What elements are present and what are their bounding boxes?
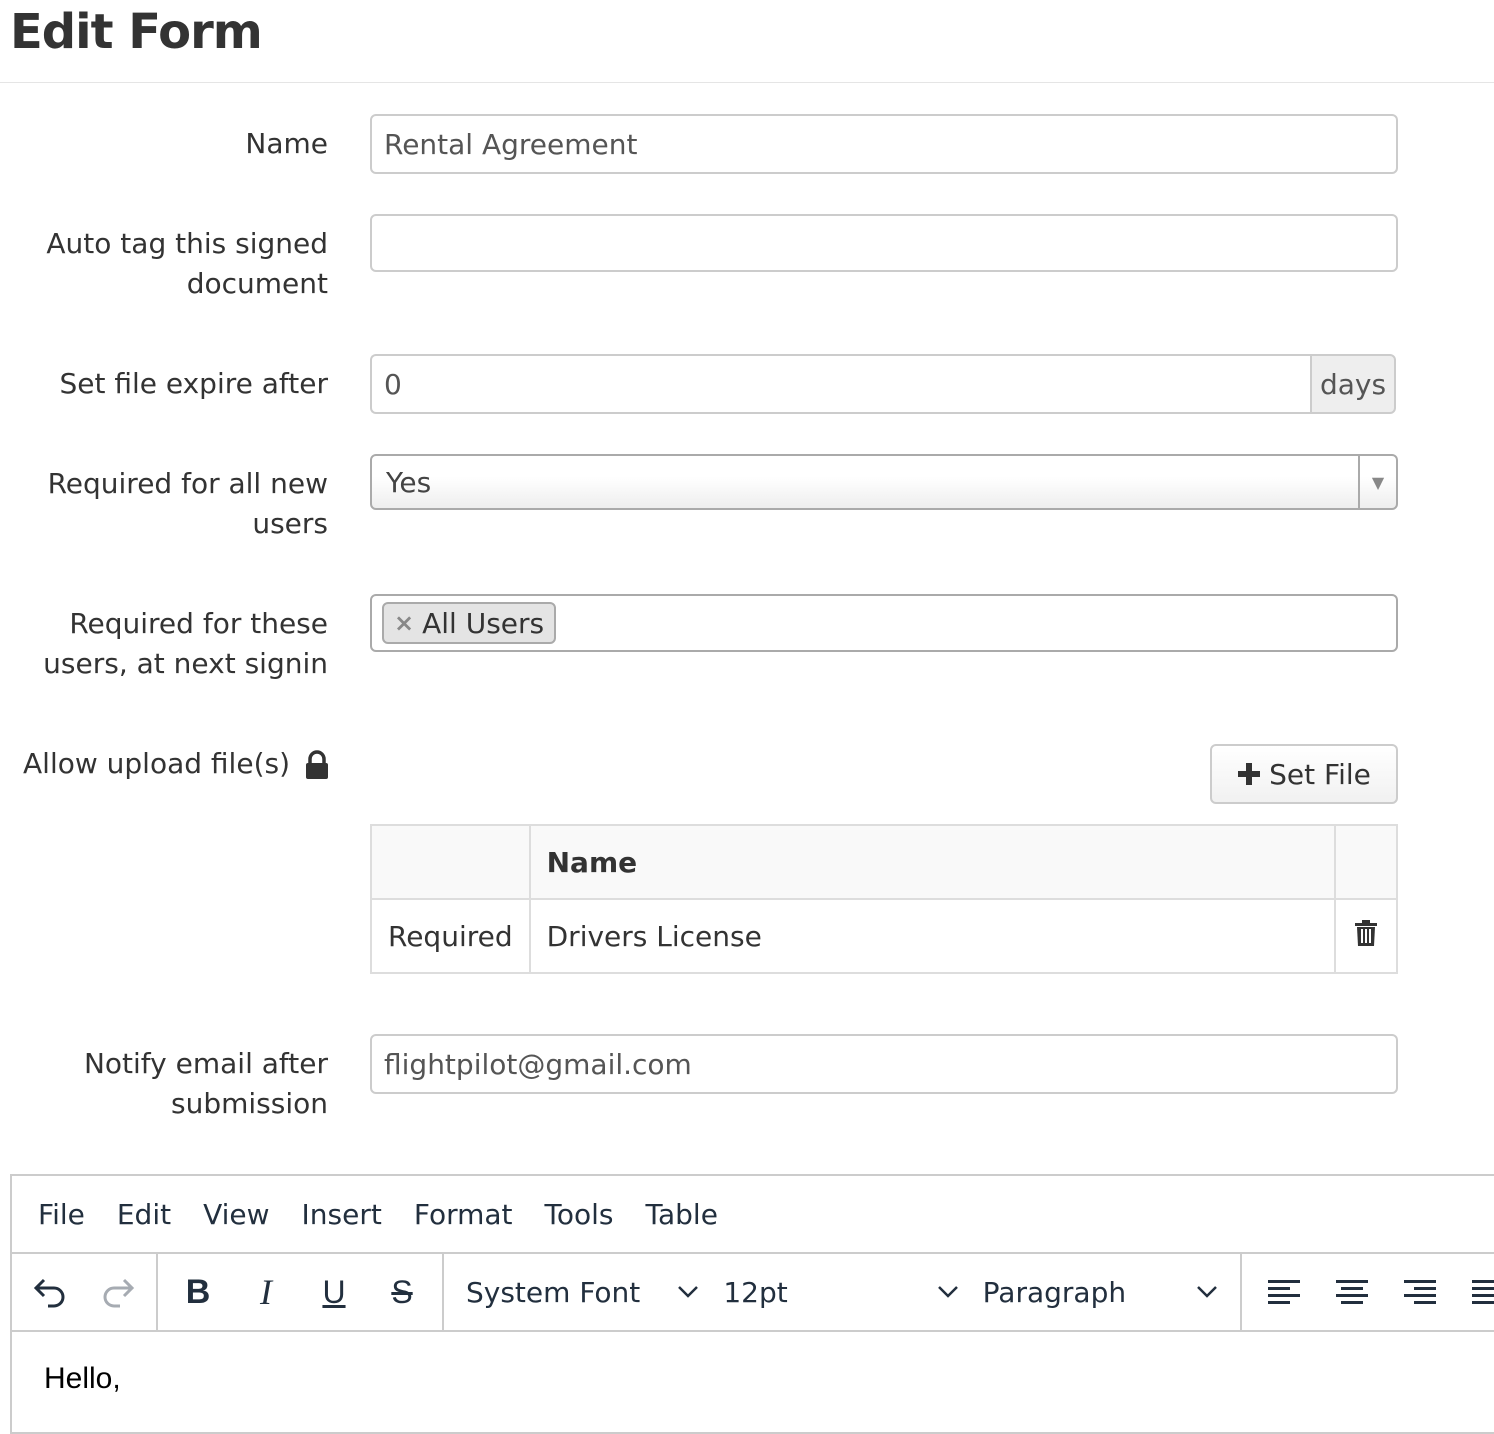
align-left-icon[interactable] [1250,1262,1318,1322]
remove-tag-icon[interactable]: × [394,609,414,637]
font-family-value: System Font [466,1275,641,1309]
bold-icon[interactable]: B [164,1262,232,1322]
user-tag: × All Users [382,602,557,644]
strikethrough-icon[interactable]: S [368,1262,436,1322]
required-new-users-label: Required for all new users [47,467,328,540]
auto-tag-input[interactable] [370,214,1398,272]
file-status: Required [370,898,531,974]
required-new-users-select[interactable]: Yes ▼ [370,454,1398,510]
redo-icon[interactable] [84,1262,152,1322]
alignment-group [1242,1253,1494,1331]
auto-tag-label: Auto tag this signed document [46,227,328,300]
undo-icon[interactable] [16,1262,84,1322]
required-users-tag-input[interactable]: × All Users [370,594,1398,652]
chevron-down-icon [937,1286,958,1298]
lock-icon [306,750,328,779]
set-file-label: Set File [1269,757,1371,791]
underline-icon[interactable]: U [300,1262,368,1322]
caret-down-icon[interactable]: ▼ [1358,456,1396,508]
editor-content[interactable]: Hello, [12,1332,1494,1426]
font-size-value: 12pt [723,1275,788,1309]
editor-paragraph: Hello, [44,1362,121,1395]
menu-tools[interactable]: Tools [529,1198,630,1231]
table-header-row: Name [370,824,1398,900]
align-right-icon[interactable] [1386,1262,1454,1322]
align-center-icon[interactable] [1318,1262,1386,1322]
notify-email-input[interactable] [370,1034,1398,1094]
table-row: Required Drivers License [370,898,1398,974]
menu-view[interactable]: View [187,1198,285,1231]
menu-format[interactable]: Format [398,1198,529,1231]
editor-toolbar: B I U S System Font 12pt Paragraph [12,1253,1494,1332]
tag-label: All Users [422,606,545,640]
title-divider [0,82,1494,83]
header-actions [1334,824,1398,900]
history-group [12,1253,158,1331]
align-justify-icon[interactable] [1454,1262,1494,1322]
header-name: Name [528,824,1337,900]
chevron-down-icon [1197,1286,1217,1298]
page-title: Edit Form [10,4,263,60]
file-actions [1334,898,1398,974]
expire-input-group: days [370,354,1396,414]
upload-label: Allow upload file(s) [23,747,290,780]
name-label: Name [245,127,328,160]
files-table: Name Required Drivers License [370,824,1398,974]
expire-days-input[interactable] [370,354,1310,414]
block-format-select[interactable]: Paragraph [971,1262,1230,1322]
font-group: System Font 12pt Paragraph [444,1253,1242,1331]
header-status [370,824,531,900]
days-addon: days [1310,354,1396,414]
chevron-down-icon [678,1286,699,1298]
menu-insert[interactable]: Insert [286,1198,398,1231]
font-size-select[interactable]: 12pt [711,1262,970,1322]
required-users-label: Required for these users, at next signin [43,607,328,680]
file-name: Drivers License [528,898,1337,974]
expire-label: Set file expire after [59,367,328,400]
trash-icon[interactable] [1354,919,1378,947]
menu-edit[interactable]: Edit [101,1198,187,1231]
block-format-value: Paragraph [982,1275,1127,1309]
rich-text-editor: File Edit View Insert Format Tools Table… [10,1174,1494,1434]
editor-menubar: File Edit View Insert Format Tools Table [12,1176,1494,1254]
select-value: Yes [386,465,432,499]
formatting-group: B I U S [158,1253,444,1331]
font-family-select[interactable]: System Font [454,1262,711,1322]
plus-icon [1238,763,1261,785]
menu-table[interactable]: Table [630,1198,734,1231]
set-file-button[interactable]: Set File [1210,744,1398,804]
name-input[interactable] [370,114,1398,174]
notify-email-label: Notify email after submission [83,1047,328,1120]
italic-icon[interactable]: I [232,1262,300,1322]
menu-file[interactable]: File [22,1198,101,1231]
